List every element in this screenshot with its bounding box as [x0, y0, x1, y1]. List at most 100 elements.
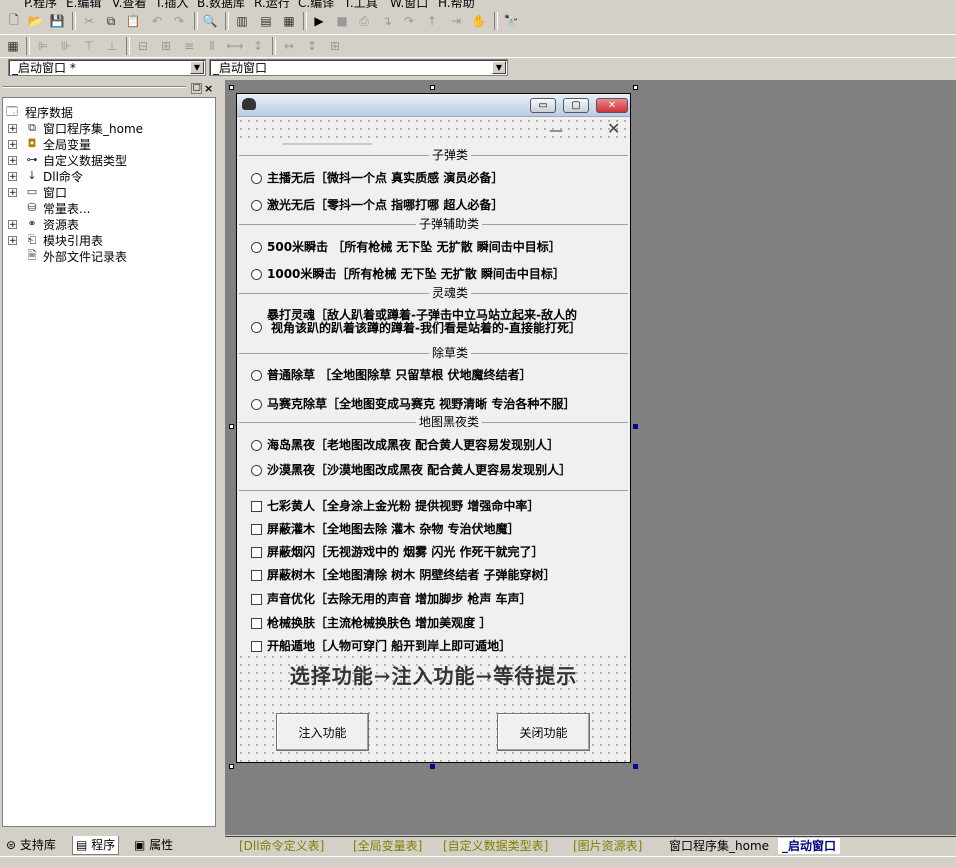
radio-button[interactable] — [251, 399, 262, 410]
center-horizontal-icon[interactable]: ⊟ — [134, 37, 152, 55]
expand-icon[interactable]: + — [8, 172, 17, 182]
grid-icon[interactable]: ⊞ — [326, 37, 344, 55]
undo-icon[interactable]: ↶ — [148, 12, 166, 30]
height-icon[interactable]: ↕ — [303, 37, 321, 55]
radio-button[interactable] — [251, 370, 262, 381]
radio-button[interactable] — [251, 440, 262, 451]
align-left-icon[interactable]: ⊫ — [34, 37, 52, 55]
resize-handle[interactable] — [229, 424, 234, 429]
stop-icon[interactable]: ■ — [333, 12, 351, 30]
calculator-icon[interactable]: ▦ — [4, 37, 22, 55]
menu-database[interactable]: B.数据库 — [197, 0, 245, 8]
step-over-icon[interactable]: ↷ — [400, 12, 418, 30]
step-out-icon[interactable]: ↑ — [423, 12, 441, 30]
close-icon[interactable]: × — [204, 82, 213, 95]
run-to-cursor-icon[interactable]: ⇥ — [447, 12, 465, 30]
maximize-icon[interactable]: ▢ — [191, 83, 202, 94]
minimize-button[interactable]: ▭ — [530, 98, 556, 113]
chevron-down-icon[interactable]: ▼ — [492, 61, 506, 74]
space-vertical-icon[interactable]: ↕ — [249, 37, 267, 55]
close-x-icon[interactable]: ✕ — [607, 119, 620, 138]
menu-run[interactable]: R.运行 — [254, 0, 290, 8]
redo-icon[interactable]: ↷ — [170, 12, 188, 30]
checkbox[interactable] — [251, 524, 262, 535]
cut-icon[interactable]: ✂ — [80, 12, 98, 30]
same-width-icon[interactable]: ≡ — [180, 37, 198, 55]
menu-program[interactable]: P.程序 — [24, 0, 57, 8]
resize-handle[interactable] — [229, 85, 234, 90]
resize-handle[interactable] — [633, 85, 638, 90]
resize-handle[interactable] — [633, 764, 638, 769]
menu-view[interactable]: V.查看 — [112, 0, 146, 8]
event-combo[interactable]: _启动窗口 ▼ — [209, 59, 508, 76]
close-button[interactable]: ✕ — [596, 98, 628, 113]
resize-handle[interactable] — [633, 424, 638, 429]
resize-handle[interactable] — [430, 85, 435, 90]
expand-icon[interactable]: + — [8, 188, 17, 198]
expand-icon[interactable]: + — [8, 140, 17, 150]
menu-window[interactable]: W.窗口 — [390, 0, 428, 8]
copy-icon[interactable]: ⧉ — [102, 12, 120, 30]
menu-compile[interactable]: C.编译 — [298, 0, 334, 8]
toolbar-separator — [26, 37, 30, 55]
resize-handle[interactable] — [229, 764, 234, 769]
tab-properties[interactable]: ▣ 属性 — [134, 836, 173, 854]
menu-help[interactable]: H.帮助 — [438, 0, 475, 8]
radio-button[interactable] — [251, 322, 262, 333]
tab-custom-datatype[interactable]: [自定义数据类型表] — [443, 838, 548, 854]
object-combo[interactable]: _启动窗口 * ▼ — [8, 59, 206, 76]
inject-button[interactable]: 注入功能 — [276, 713, 369, 751]
find-icon[interactable]: 🔍 — [201, 12, 219, 30]
tab-image-resource[interactable]: [图片资源表] — [573, 838, 642, 854]
menu-edit[interactable]: E.编辑 — [66, 0, 101, 8]
expand-icon[interactable]: + — [8, 156, 17, 166]
radio-button[interactable] — [251, 173, 262, 184]
paste-icon[interactable]: 📋 — [124, 12, 142, 30]
checkbox[interactable] — [251, 618, 262, 629]
new-file-icon[interactable]: 🗋 — [5, 12, 23, 30]
checkbox[interactable] — [251, 501, 262, 512]
same-height-icon[interactable]: ⦀ — [203, 37, 221, 55]
align-bottom-icon[interactable]: ⊥ — [103, 37, 121, 55]
layout-split-icon[interactable]: ▦ — [280, 12, 298, 30]
startup-window-form[interactable]: ▭ ▢ ✕ — ✕ 子弹类 主播无后［微抖一个点 真实质感 演员必备］ 激光无后… — [236, 93, 631, 763]
binoculars-icon[interactable]: 🔭 — [502, 12, 520, 30]
checkbox[interactable] — [251, 641, 262, 652]
tab-support-library[interactable]: ⊜ 支持库 — [6, 836, 56, 854]
tab-window-assembly[interactable]: 窗口程序集_home — [669, 838, 769, 854]
align-top-icon[interactable]: ⊤ — [80, 37, 98, 55]
close-function-button[interactable]: 关闭功能 — [497, 713, 590, 751]
step-into-icon[interactable]: ↴ — [378, 12, 396, 30]
debug-icon[interactable]: ⎙ — [355, 12, 373, 30]
width-icon[interactable]: ↔ — [280, 37, 298, 55]
hand-icon[interactable]: ✋ — [470, 12, 488, 30]
align-right-icon[interactable]: ⊪ — [57, 37, 75, 55]
tab-program[interactable]: ▤ 程序 — [72, 836, 120, 855]
center-vertical-icon[interactable]: ⊞ — [157, 37, 175, 55]
space-horizontal-icon[interactable]: ⟷ — [226, 37, 244, 55]
maximize-button[interactable]: ▢ — [563, 98, 589, 113]
checkbox[interactable] — [251, 570, 262, 581]
checkbox[interactable] — [251, 547, 262, 558]
open-folder-icon[interactable]: 📂 — [26, 12, 44, 30]
save-icon[interactable]: 💾 — [48, 12, 66, 30]
expand-icon[interactable]: + — [8, 236, 17, 246]
chevron-down-icon[interactable]: ▼ — [190, 61, 204, 74]
radio-button[interactable] — [251, 465, 262, 476]
menu-tools[interactable]: T.工具 — [344, 0, 378, 8]
radio-button[interactable] — [251, 269, 262, 280]
expand-icon[interactable]: + — [8, 220, 17, 230]
tab-startup-window[interactable]: _启动窗口 — [778, 838, 841, 854]
expand-icon[interactable]: + — [8, 124, 17, 134]
resize-handle[interactable] — [430, 764, 435, 769]
radio-button[interactable] — [251, 242, 262, 253]
layout-left-icon[interactable]: ▥ — [233, 12, 251, 30]
radio-button[interactable] — [251, 200, 262, 211]
layout-top-icon[interactable]: ▤ — [257, 12, 275, 30]
checkbox[interactable] — [251, 594, 262, 605]
form-titlebar[interactable]: ▭ ▢ ✕ — [237, 94, 630, 117]
tab-global-variable[interactable]: [全局变量表] — [353, 838, 422, 854]
run-icon[interactable]: ▶ — [310, 12, 328, 30]
tab-dll-table[interactable]: [Dll命令定义表] — [239, 838, 324, 854]
menu-insert[interactable]: I.插入 — [157, 0, 188, 8]
